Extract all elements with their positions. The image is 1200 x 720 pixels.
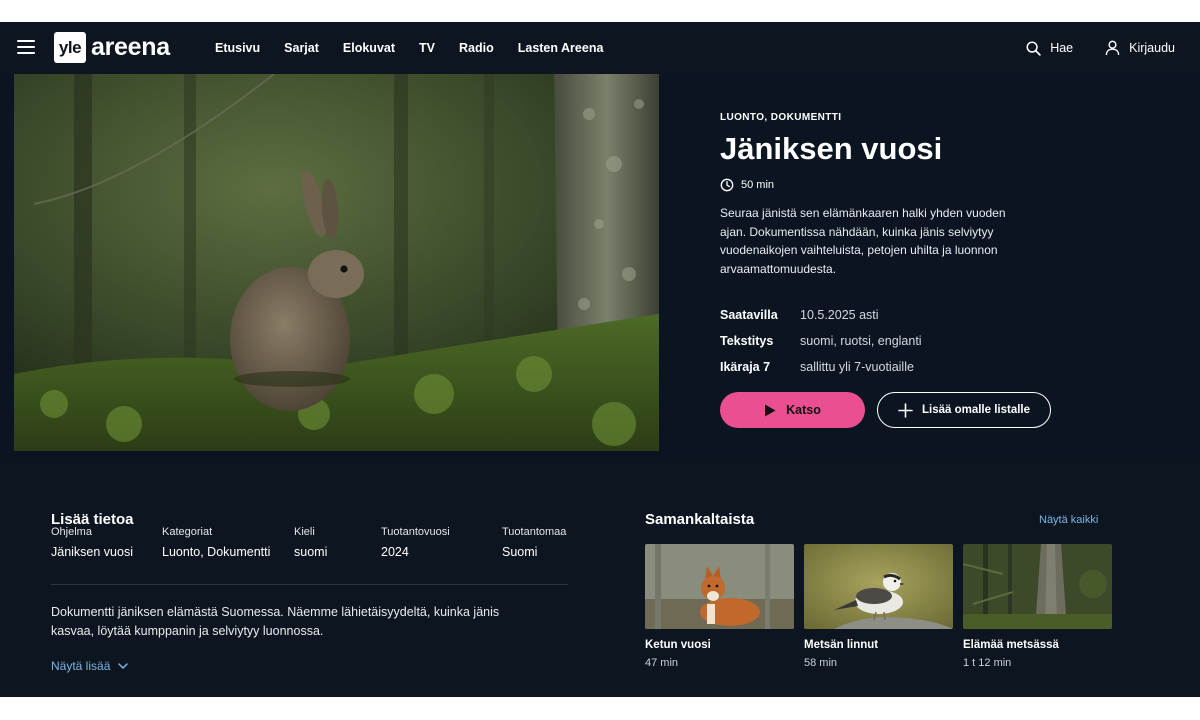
program-description: Seuraa jänistä sen elämänkaaren halki yh… xyxy=(720,206,1006,276)
info-field-categories: Kategoriat Luonto, Dokumentti xyxy=(162,526,270,559)
info-label: Tuotantovuosi xyxy=(381,526,450,538)
add-to-list-label: Lisää omalle listalle xyxy=(921,404,1031,416)
info-field-year: Tuotantovuosi 2024 xyxy=(381,526,450,559)
nav-link-radio[interactable]: Radio xyxy=(459,41,494,55)
card-title: Metsän linnut xyxy=(804,639,879,651)
login-label: Kirjaudu xyxy=(1129,41,1175,55)
nav-link-lasten-areena[interactable]: Lasten Areena xyxy=(518,41,604,55)
logo-mark: yle xyxy=(54,32,86,63)
details-section: Lisää tietoa Ohjelma Jäniksen vuosi Kate… xyxy=(0,457,1200,697)
watch-label: Katso xyxy=(786,403,821,417)
meta-value: sallittu yli 7-vuotiaille xyxy=(800,360,914,374)
meta-label: Ikäraja 7 xyxy=(720,360,771,374)
info-value: suomi xyxy=(294,545,328,559)
yle-areena-logo[interactable]: yle areena xyxy=(54,32,170,63)
meta-value: suomi, ruotsi, englanti xyxy=(800,334,922,348)
meta-label: Tekstitys xyxy=(720,334,774,348)
nav-link-sarjat[interactable]: Sarjat xyxy=(284,41,319,55)
program-duration: 50 min xyxy=(720,178,774,192)
info-label: Ohjelma xyxy=(51,526,92,538)
card-duration: 58 min xyxy=(804,657,838,669)
thumbnail-bird xyxy=(804,544,953,629)
meta-row-subtitles: Tekstitys suomi, ruotsi, englanti xyxy=(720,328,922,354)
card-title: Ketun vuosi xyxy=(645,639,711,651)
see-all-link[interactable]: Näytä kaikki xyxy=(1039,514,1098,526)
nav-actions: Hae Kirjaudu xyxy=(994,22,1175,74)
similar-card-bird[interactable]: Metsän linnut 58 min xyxy=(804,544,953,669)
thumbnail-fox xyxy=(645,544,794,629)
login-button[interactable]: Kirjaudu xyxy=(1105,40,1175,56)
info-field-program: Ohjelma Jäniksen vuosi xyxy=(51,526,133,559)
thumbnail-forest xyxy=(963,544,1112,629)
info-label: Kieli xyxy=(294,526,315,538)
program-about-text: Dokumentti jäniksen elämästä Suomessa. N… xyxy=(51,605,500,638)
menu-icon[interactable] xyxy=(17,40,35,54)
duration-text: 50 min xyxy=(741,179,775,191)
logo-wordmark: areena xyxy=(91,33,170,61)
section-divider xyxy=(51,584,568,585)
similar-card-fox[interactable]: Ketun vuosi 47 min xyxy=(645,544,794,669)
app-root: yle areena Etusivu Sarjat Elokuvat TV Ra… xyxy=(0,22,1200,697)
program-meta: Saatavilla 10.5.2025 asti Tekstitys suom… xyxy=(720,302,922,380)
show-more-link[interactable]: Näytä lisää xyxy=(51,659,129,673)
nav-link-etusivu[interactable]: Etusivu xyxy=(215,41,260,55)
nav-link-elokuvat[interactable]: Elokuvat xyxy=(343,41,395,55)
info-value: 2024 xyxy=(381,545,409,559)
info-value: Luonto, Dokumentti xyxy=(162,545,271,559)
clock-icon xyxy=(720,178,734,192)
search-button[interactable]: Hae xyxy=(1026,40,1074,56)
program-genre: LUONTO, DOKUMENTTI xyxy=(720,112,842,123)
add-to-list-button[interactable]: Lisää omalle listalle xyxy=(877,392,1051,428)
info-field-country: Tuotantomaa Suomi xyxy=(502,526,566,559)
similar-card-forest[interactable]: Elämää metsässä 1 t 12 min xyxy=(963,544,1112,669)
user-icon xyxy=(1105,40,1120,56)
show-more-label: Näytä lisää xyxy=(51,659,111,673)
meta-row-age-rating: Ikäraja 7 sallittu yli 7-vuotiaille xyxy=(720,354,922,380)
program-title: Jäniksen vuosi xyxy=(720,131,943,166)
play-icon xyxy=(765,404,776,416)
plus-icon xyxy=(898,402,913,418)
card-duration: 47 min xyxy=(645,657,679,669)
program-hero: LUONTO, DOKUMENTTI Jäniksen vuosi 50 min… xyxy=(0,74,1200,457)
main-nav: Etusivu Sarjat Elokuvat TV Radio Lasten … xyxy=(215,22,627,74)
card-duration: 1 t 12 min xyxy=(963,657,1012,669)
meta-label: Saatavilla xyxy=(720,308,778,322)
similar-heading: Samankaltaista xyxy=(645,511,755,528)
info-label: Kategoriat xyxy=(162,526,213,538)
search-label: Hae xyxy=(1050,41,1074,55)
info-value: Jäniksen vuosi xyxy=(51,545,133,559)
hero-image-hare xyxy=(14,74,659,451)
nav-link-tv[interactable]: TV xyxy=(419,41,435,55)
watch-button[interactable]: Katso xyxy=(720,392,865,428)
search-icon xyxy=(1026,40,1041,56)
info-value: Suomi xyxy=(502,545,538,559)
card-title: Elämää metsässä xyxy=(963,639,1059,651)
info-label: Tuotantomaa xyxy=(502,526,567,538)
info-field-language: Kieli suomi xyxy=(294,526,327,559)
chevron-down-icon xyxy=(118,662,129,669)
meta-row-availability: Saatavilla 10.5.2025 asti xyxy=(720,302,922,328)
meta-value: 10.5.2025 asti xyxy=(800,308,879,322)
top-navigation: yle areena Etusivu Sarjat Elokuvat TV Ra… xyxy=(0,22,1200,74)
